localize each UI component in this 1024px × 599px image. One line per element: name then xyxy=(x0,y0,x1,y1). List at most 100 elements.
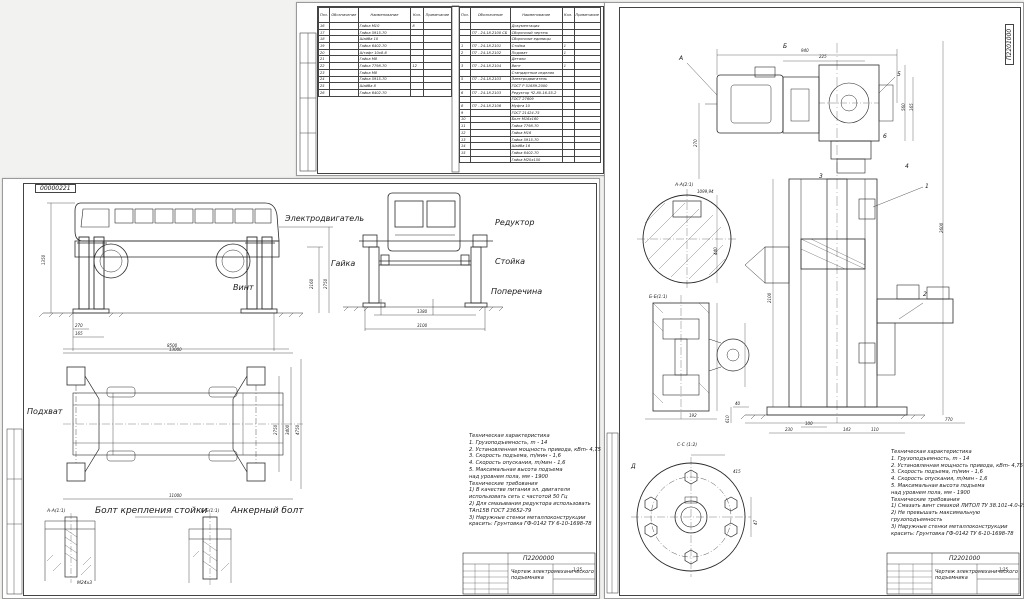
dim-2160: 2160 xyxy=(309,278,314,289)
note-line: 3) Наружные стенки металлоконструкции xyxy=(469,514,586,521)
ref-2: 2 xyxy=(923,291,927,298)
dim-165-r: 165 xyxy=(909,103,914,111)
label-view-b: Б-Б(1:1) xyxy=(201,509,220,514)
label-gearbox: Редуктор xyxy=(495,218,535,227)
label-motor: Электродвигатель xyxy=(285,214,365,223)
note-line: 2) Не превышать максимальную xyxy=(891,510,981,517)
label-view-bb: Б-Б(1:1) xyxy=(649,295,668,300)
label-view-a: А-А(1:1) xyxy=(47,509,66,514)
label-bolt-size: М24х3 xyxy=(77,581,93,586)
note-line: ТАп15В ГОСТ 23652-79 xyxy=(469,507,532,514)
dim-1350: 1350 xyxy=(41,254,46,265)
right-tech-notes: Техническая характеристика 1. Грузоподъем… xyxy=(891,449,1024,537)
note-line: красить: Грунтовка ГФ-0142 ТУ 6-10-1698-… xyxy=(469,521,592,528)
ref-3: 3 xyxy=(819,173,823,180)
dim-2750-plan: 2750 xyxy=(273,424,278,435)
lift-front-view xyxy=(343,192,504,315)
dim-100: 100 xyxy=(805,421,813,426)
dim-225: 225 xyxy=(819,54,827,59)
left-drawing xyxy=(6,192,596,595)
note-line: 1) Смазать винт смазкой ЛИТОЛ ТУ 38.101-… xyxy=(891,503,1024,510)
dim-13000: 13000 xyxy=(169,347,182,352)
section-aa-view xyxy=(637,189,737,289)
note-line: грузоподъемность xyxy=(891,516,943,523)
ref-5: 5 xyxy=(897,71,901,78)
note-line: 2) Для смазывания редуктора использовать xyxy=(469,500,591,507)
ref-b: Б xyxy=(783,43,788,50)
dim-2100: 2100 xyxy=(767,292,772,303)
ref-a: А xyxy=(679,55,684,62)
assembly-drawing-sheet: П2201000 А Б 5 1 2 3 4 6 А-А(2:1) 1099,9… xyxy=(604,2,1024,599)
section-bb-view xyxy=(645,295,750,420)
note-line: Техническая характеристика xyxy=(891,449,972,455)
dim-270: 270 xyxy=(75,323,83,328)
label-screw: Винт xyxy=(233,283,254,292)
left-stamp-scale: 1:25 xyxy=(573,567,582,572)
dim-230: 230 xyxy=(785,427,793,432)
note-line: над уровнем пола, мм - 1900 xyxy=(469,473,549,480)
left-stamp-title-line-2: подъемника xyxy=(511,575,544,581)
dim-3100: 3100 xyxy=(417,323,428,328)
dim-2600: 2600 xyxy=(939,222,944,233)
note-line: 4. Скорость опускания, m/мин - 1,6 xyxy=(891,476,988,483)
spec-side-strips xyxy=(299,5,460,173)
dim-47: 47 xyxy=(753,519,758,525)
note-line: 1. Грузоподъемность, m - 14 xyxy=(469,439,548,446)
post-bolt-detail xyxy=(44,513,96,583)
right-stamp-code: П2201000 xyxy=(949,555,981,562)
dim-610: 610 xyxy=(725,415,730,423)
note-line: Технические требования xyxy=(891,496,960,503)
anchor-bolt-detail xyxy=(188,513,232,585)
label-post: Стойка xyxy=(495,257,526,266)
note-line: использовать сеть с частотой 50 Гц xyxy=(469,494,568,501)
dim-2750: 2750 xyxy=(323,278,328,289)
note-line: над уровнем пола, мм - 1900 xyxy=(891,489,971,496)
note-line: 5. Максимальная высота подъема xyxy=(891,482,985,489)
column-assembly xyxy=(705,43,954,423)
specification-sheet: Поз. Обозначение Наименование Кол. Примечани… xyxy=(296,2,606,176)
note-line: красить: Грунтовка ГФ-0142 ТУ 6-10-1698-… xyxy=(891,530,1014,537)
note-line: Технические требования xyxy=(469,480,538,487)
ref-6: 6 xyxy=(883,133,887,140)
dim-143: 143 xyxy=(843,427,851,432)
label-grip: Подхват xyxy=(27,407,63,416)
lift-plan-view xyxy=(63,352,303,500)
note-line: 2. Установленная мощность привода, кВm- … xyxy=(891,462,1023,469)
bus-side-view xyxy=(38,202,304,318)
left-stamp-code: П2200000 xyxy=(523,555,555,562)
ref-4: 4 xyxy=(905,163,909,170)
label-nut: Гайка xyxy=(331,259,356,268)
right-stamp-title-line-2: подъемника xyxy=(935,575,968,581)
label-post-bolt: Болт крепления стойки xyxy=(95,506,208,516)
dim-11000: 11000 xyxy=(169,493,182,498)
note-line: 3. Скорость подъема, m/мин - 1,6 xyxy=(469,453,561,460)
note-line: 1) В качестве питания эл. двигателя xyxy=(469,487,571,494)
left-tech-notes: Техническая характеристика 1. Грузоподъем… xyxy=(469,433,601,528)
general-arrangement-sheet: 00000221 Электродвигатель Редуктор Гайка… xyxy=(2,178,601,599)
label-r-dim: 1099,94 xyxy=(697,189,714,194)
label-view-d: Д xyxy=(631,463,636,470)
dim-192: 192 xyxy=(689,413,697,418)
dim-4750: 4750 xyxy=(295,424,300,435)
ref-1: 1 xyxy=(925,183,929,190)
label-anchor-bolt: Анкерный болт xyxy=(231,506,304,516)
label-view-aa: А-А(2:1) xyxy=(675,183,694,188)
right-stamp-scale: 1:25 xyxy=(999,567,1008,572)
note-line: 1. Грузоподъемность, m - 14 xyxy=(891,455,970,462)
dim-270-r: 270 xyxy=(693,139,698,147)
dim-165: 165 xyxy=(75,331,83,336)
label-view-cc: С-С (1:2) xyxy=(677,443,698,448)
dim-440: 440 xyxy=(713,247,718,255)
dim-560: 560 xyxy=(901,103,906,111)
note-line: 4. Скорость опускания, m/мин - 1,6 xyxy=(469,460,566,467)
dim-40: 40 xyxy=(735,401,741,406)
dim-110: 110 xyxy=(871,427,879,432)
note-line: Техническая характеристика xyxy=(469,433,550,439)
dim-1380: 1380 xyxy=(417,309,428,314)
dim-415: 415 xyxy=(733,469,741,474)
note-line: 2. Установленная мощность привода, кВm- … xyxy=(469,446,601,453)
dim-940: 940 xyxy=(801,48,809,53)
note-line: 3) Наружные стенки металлоконструкции xyxy=(891,523,1008,530)
dim-3400: 3400 xyxy=(285,424,290,435)
note-line: 3. Скорость подъема, m/мин - 1,6 xyxy=(891,469,983,476)
